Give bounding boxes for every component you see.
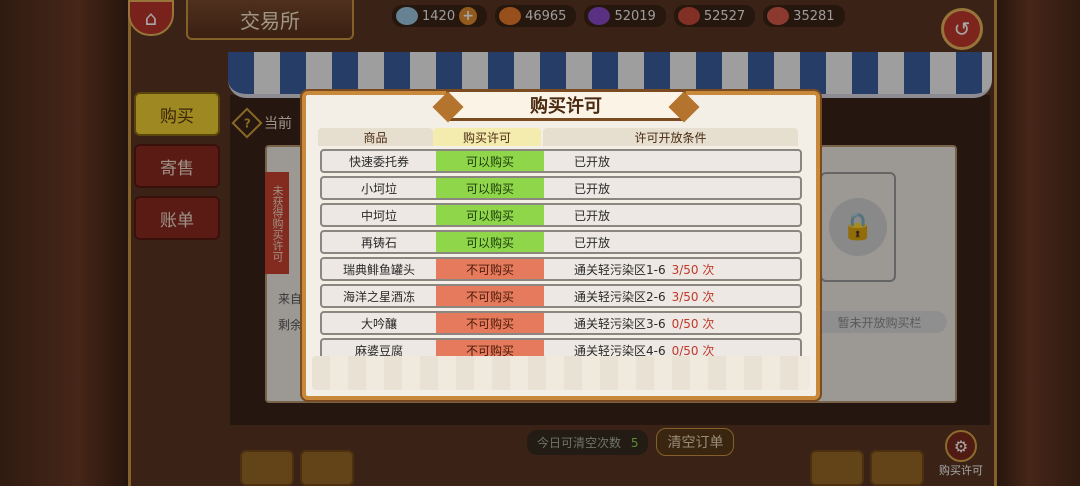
table-row: 瑞典鲱鱼罐头 不可购买 通关轻污染区1-6 3/50 次 — [320, 257, 802, 281]
condition-text: 通关轻污染区1-6 — [574, 262, 666, 277]
table-row: 海洋之星酒冻 不可购买 通关轻污染区2-6 3/50 次 — [320, 284, 802, 308]
header-item: 商品 — [318, 128, 433, 146]
table-header: 商品 购买许可 许可开放条件 — [318, 128, 804, 146]
permit-status: 可以购买 — [436, 232, 544, 252]
item-name: 瑞典鲱鱼罐头 — [342, 262, 415, 277]
condition-count: 0/50 次 — [671, 343, 715, 357]
condition: 已开放 — [544, 180, 616, 197]
table-row: 再铸石 可以购买 已开放 — [320, 230, 802, 254]
permit-status: 不可购买 — [436, 259, 544, 279]
permit-status: 不可购买 — [436, 340, 544, 356]
condition-text: 通关轻污染区4-6 — [574, 343, 666, 357]
modal-title: 购买许可 — [446, 89, 686, 121]
table-row: 中坷垃 可以购买 已开放 — [320, 203, 802, 227]
condition: 已开放 — [544, 153, 616, 170]
condition-text: 已开放 — [574, 154, 611, 169]
condition-count: 3/50 次 — [671, 289, 715, 304]
item-name: 再铸石 — [360, 235, 397, 250]
item-name: 麻婆豆腐 — [354, 343, 403, 357]
condition-text: 已开放 — [574, 181, 611, 196]
permit-status: 可以购买 — [436, 151, 544, 171]
item-name: 中坷垃 — [360, 208, 397, 223]
modal-footer-decoration — [312, 356, 810, 390]
permit-status: 可以购买 — [436, 178, 544, 198]
condition: 通关轻污染区2-6 3/50 次 — [544, 288, 714, 305]
condition: 通关轻污染区1-6 3/50 次 — [544, 261, 714, 278]
table-row: 快速委托券 可以购买 已开放 — [320, 149, 802, 173]
condition: 已开放 — [544, 207, 616, 224]
condition-text: 已开放 — [574, 208, 611, 223]
condition: 通关轻污染区4-6 0/50 次 — [544, 342, 714, 357]
condition: 已开放 — [544, 234, 616, 251]
item-name: 快速委托券 — [348, 154, 409, 169]
item-name: 小坷垃 — [360, 181, 397, 196]
condition: 通关轻污染区3-6 0/50 次 — [544, 315, 714, 332]
header-permit: 购买许可 — [433, 128, 541, 146]
table-row: 麻婆豆腐 不可购买 通关轻污染区4-6 0/50 次 — [320, 338, 802, 356]
permit-modal: 购买许可 商品 购买许可 许可开放条件 快速委托券 可以购买 已开放 小坷垃 可以购买已… — [302, 89, 820, 400]
permit-status: 不可购买 — [436, 313, 544, 333]
condition-count: 3/50 次 — [671, 262, 715, 277]
condition-text: 通关轻污染区2-6 — [574, 289, 666, 304]
permit-table[interactable]: 商品 购买许可 许可开放条件 快速委托券 可以购买 已开放 小坷垃 可以购买 已开放 中坷垃… — [318, 128, 804, 356]
condition-count: 0/50 次 — [671, 316, 715, 331]
header-condition: 许可开放条件 — [543, 128, 798, 146]
table-row: 大吟釀 不可购买 通关轻污染区3-6 0/50 次 — [320, 311, 802, 335]
item-name: 海洋之星酒冻 — [342, 289, 415, 304]
condition-text: 已开放 — [574, 235, 611, 250]
permit-status: 可以购买 — [436, 205, 544, 225]
permit-status: 不可购买 — [436, 286, 544, 306]
table-row: 小坷垃 可以购买 已开放 — [320, 176, 802, 200]
condition-text: 通关轻污染区3-6 — [574, 316, 666, 331]
item-name: 大吟釀 — [360, 316, 397, 331]
